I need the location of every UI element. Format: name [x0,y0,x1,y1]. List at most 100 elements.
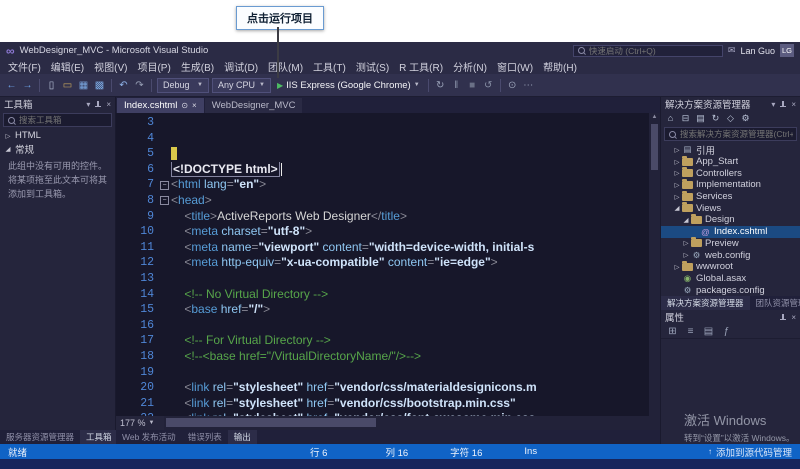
zoom-control[interactable]: 177 % ▼ [116,418,164,428]
toolbox-search[interactable] [3,113,112,127]
close-icon[interactable]: × [791,313,796,322]
add-to-source-control[interactable]: ↑ 添加到源代码管理 [708,445,792,459]
expander-icon[interactable]: ▷ [672,181,682,189]
save-all-icon[interactable]: ▩ [93,80,106,91]
quick-launch-search[interactable] [573,45,723,57]
menu-item[interactable]: 视图(V) [89,59,132,74]
tree-item-Services[interactable]: ▷Services [661,191,800,203]
platform-dropdown[interactable]: Any CPU▼ [212,78,271,93]
stop-icon[interactable]: ■ [466,80,479,91]
dock-tab[interactable]: Web 发布活动 [116,430,182,444]
menu-item[interactable]: 工具(T) [308,59,351,74]
fold-collapse-icon[interactable]: − [160,181,169,190]
dock-tab[interactable]: 错误列表 [182,430,228,444]
properties-icon[interactable]: ⚙ [740,113,751,124]
fold-margin[interactable]: − [158,193,171,209]
expander-icon[interactable]: ▷ [672,193,682,201]
chevron-down-icon[interactable]: ▾ [771,100,775,109]
configuration-dropdown[interactable]: Debug▼ [157,78,209,93]
more-options-icon[interactable]: ⋯ [522,80,535,91]
scrollbar-thumb[interactable] [651,124,658,170]
pin-icon[interactable] [779,100,787,109]
tree-item-packages.config[interactable]: ⚙packages.config [661,284,800,296]
quick-launch-input[interactable] [589,46,719,56]
categorized-icon[interactable]: ⊞ [666,326,679,337]
tree-item-Preview[interactable]: ▷Preview [661,238,800,250]
tree-item-Views[interactable]: ◢Views [661,202,800,214]
expander-icon[interactable]: ▷ [672,158,682,166]
dock-tab[interactable]: 解决方案资源管理器 [661,296,750,310]
expander-icon[interactable]: ▷ [672,146,682,154]
dock-tab[interactable]: 工具箱 [80,430,118,444]
restart-icon[interactable]: ↺ [482,80,495,91]
tree-item-Design[interactable]: ◢Design [661,214,800,226]
new-file-icon[interactable]: ▯ [45,80,58,91]
tree-item-App_Start[interactable]: ▷App_Start [661,156,800,168]
expander-icon[interactable]: ▷ [672,263,682,271]
menu-item[interactable]: 测试(S) [351,59,394,74]
chevron-down-icon[interactable]: ▾ [86,100,90,109]
menu-item[interactable]: 窗口(W) [492,59,538,74]
solution-explorer-search-input[interactable] [680,129,793,139]
menu-item[interactable]: 分析(N) [448,59,492,74]
scrollbar-thumb[interactable] [166,418,376,427]
toolbox-group[interactable]: ◢常规 [0,142,115,155]
expander-icon[interactable]: ◢ [672,204,682,212]
tree-item-Implementation[interactable]: ▷Implementation [661,179,800,191]
solution-explorer-search[interactable] [664,127,797,141]
editor-tab[interactable]: Index.cshtml⊙× [117,98,204,113]
tree-item-Controllers[interactable]: ▷Controllers [661,167,800,179]
dock-tab[interactable]: 输出 [228,430,257,444]
open-file-icon[interactable]: ▭ [61,80,74,91]
close-icon[interactable]: × [791,100,796,109]
events-icon[interactable]: ƒ [720,326,733,337]
menu-item[interactable]: 生成(B) [176,59,219,74]
alphabetical-icon[interactable]: ≡ [684,326,697,337]
forward-icon[interactable]: → [21,80,34,91]
fold-collapse-icon[interactable]: − [160,196,169,205]
menu-item[interactable]: 帮助(H) [538,59,582,74]
menu-item[interactable]: 编辑(E) [46,59,89,74]
promote-tab-icon[interactable]: ⊙ [181,101,188,110]
expander-icon[interactable]: ▷ [681,251,691,259]
tree-item-引用[interactable]: ▷▤引用 [661,144,800,156]
home-icon[interactable]: ⌂ [665,113,676,123]
save-icon[interactable]: ▦ [77,80,90,91]
code-editor[interactable]: 3456<!DOCTYPE html>7−<html lang="en">8−<… [116,113,660,416]
collapse-all-icon[interactable]: ⊟ [680,113,691,124]
menu-item[interactable]: R 工具(R) [394,59,448,74]
editor-vertical-scrollbar[interactable]: ▲ [649,113,660,416]
undo-icon[interactable]: ↶ [117,80,130,91]
close-icon[interactable]: × [106,100,111,109]
dock-tab[interactable]: 服务器资源管理器 [0,430,80,444]
scroll-up-icon[interactable]: ▲ [649,114,660,120]
tree-item-Global.asax[interactable]: ◉Global.asax [661,273,800,285]
feedback-icon[interactable]: ✉ [728,45,736,56]
redo-icon[interactable]: ↷ [133,80,146,91]
toolbox-group[interactable]: ▷HTML [0,129,115,142]
avatar[interactable]: LG [780,44,794,57]
run-button[interactable]: ▶ IIS Express (Google Chrome) ▼ [274,80,423,91]
dock-tab[interactable]: 团队资源管理器 [750,296,800,310]
editor-tab[interactable]: WebDesigner_MVC [205,98,303,113]
break-all-icon[interactable]: ‖ [450,80,463,91]
tree-item-Index.cshtml[interactable]: @Index.cshtml [661,226,800,238]
menu-item[interactable]: 调试(D) [219,59,263,74]
back-icon[interactable]: ← [5,80,18,91]
editor-horizontal-scrollbar[interactable] [164,416,660,430]
expander-icon[interactable]: ▷ [672,169,682,177]
menu-item[interactable]: 项目(P) [132,59,175,74]
expander-icon[interactable]: ◢ [681,216,691,224]
menu-item[interactable]: 文件(F) [3,59,46,74]
refresh-icon[interactable]: ↻ [710,113,721,124]
refresh-icon[interactable]: ↻ [434,80,447,91]
tree-item-web.config[interactable]: ▷⚙web.config [661,249,800,261]
expander-collapsed-icon[interactable]: ▷ [3,132,13,140]
view-code-icon[interactable]: ◇ [725,113,736,124]
close-tab-icon[interactable]: × [192,101,197,110]
windows-taskbar[interactable] [0,459,800,469]
pin-icon[interactable] [94,100,102,109]
expander-expanded-icon[interactable]: ◢ [3,145,13,153]
menu-item[interactable]: 团队(M) [263,59,308,74]
fold-margin[interactable]: − [158,177,171,193]
